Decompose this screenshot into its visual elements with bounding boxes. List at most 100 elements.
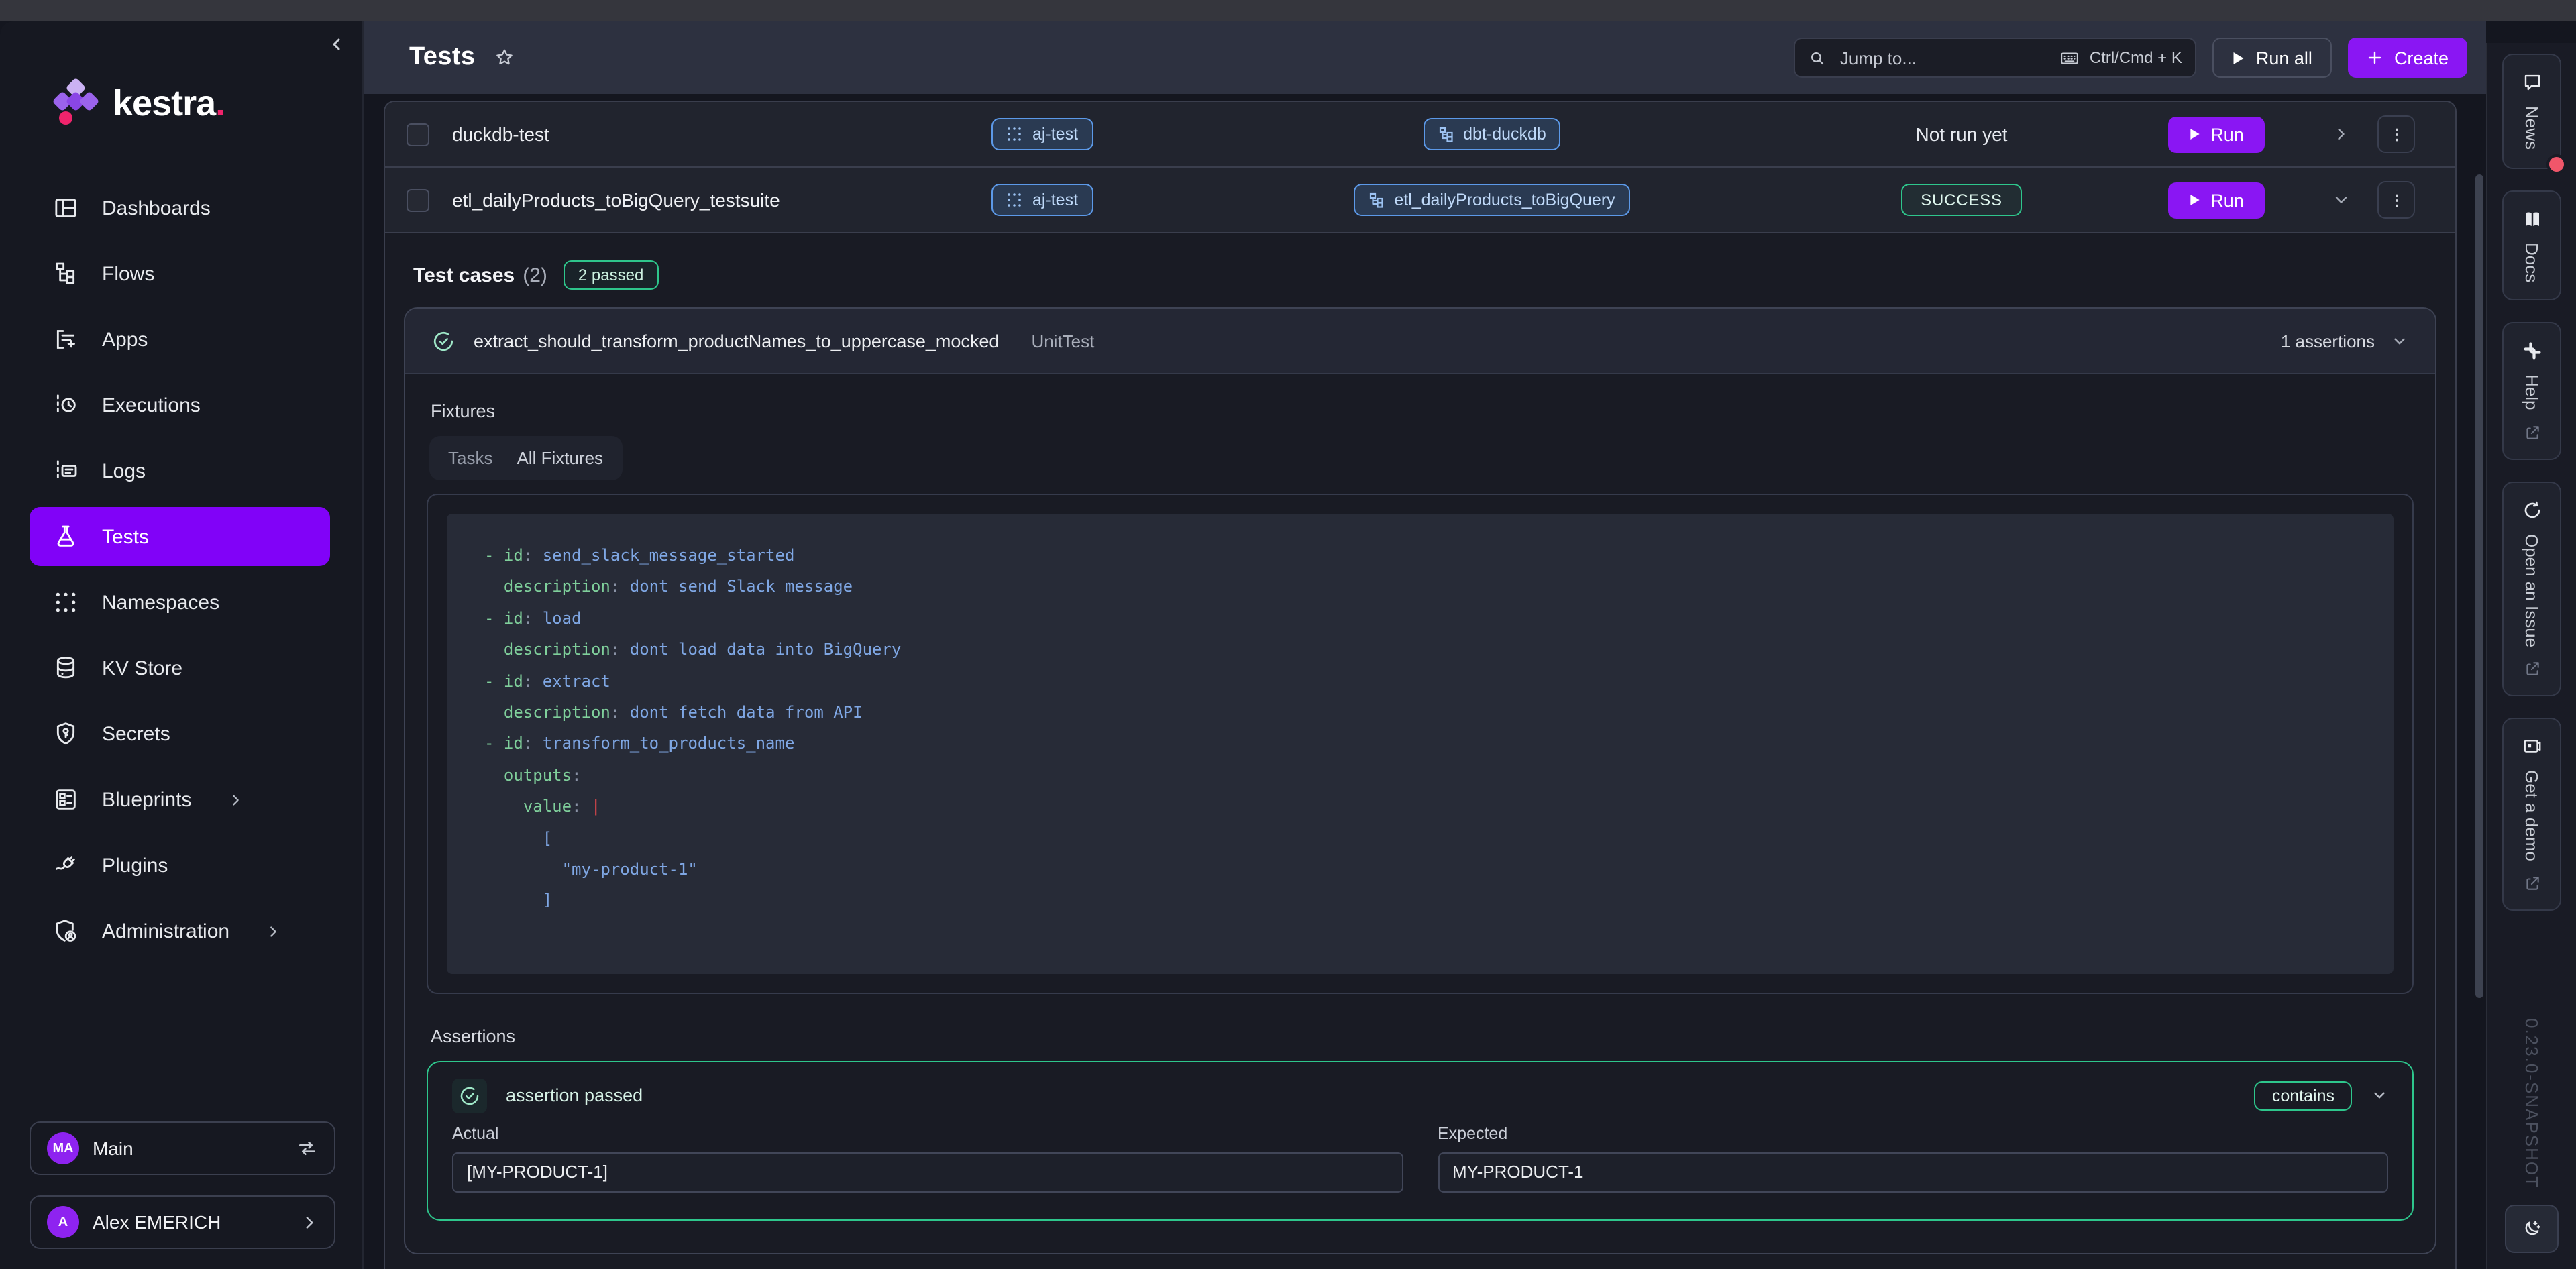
fixtures-title: Fixtures — [431, 401, 2414, 421]
operator-badge[interactable]: contains — [2255, 1081, 2352, 1111]
create-label: Create — [2394, 48, 2449, 68]
favorite-star-icon[interactable] — [494, 47, 515, 68]
github-icon — [2522, 500, 2542, 520]
get-demo-button[interactable]: Get a demo — [2502, 718, 2561, 912]
plug-icon — [52, 852, 79, 879]
user-name: Alex EMERICH — [93, 1211, 221, 1233]
search-icon — [1809, 49, 1827, 66]
code-line: [ — [447, 823, 2394, 854]
main-area: Tests Ctrl/Cmd + K Run all — [364, 21, 2486, 1269]
shield-account-icon — [52, 918, 79, 944]
user-menu[interactable]: A Alex EMERICH — [30, 1195, 335, 1249]
chevron-right-icon — [227, 792, 242, 807]
rail-label: Get a demo — [2522, 771, 2542, 862]
news-icon — [2522, 72, 2542, 93]
test-row-duckdb-test[interactable]: duckdb-test aj-test dbt-duckdb Not run y… — [385, 102, 2455, 168]
sidebar-item-kv-store[interactable]: KV Store — [30, 639, 330, 698]
sidebar-item-label: Namespaces — [102, 591, 219, 614]
rail-label: News — [2522, 106, 2542, 150]
kestra-logo[interactable]: kestra. — [55, 80, 225, 126]
run-button[interactable]: Run — [2167, 182, 2265, 218]
search-input[interactable] — [1837, 46, 2049, 69]
sidebar-item-tests[interactable]: Tests — [30, 507, 330, 566]
assertion-header: assertion passed contains — [452, 1079, 2388, 1113]
row-menu-button[interactable] — [2377, 115, 2415, 153]
sidebar-item-secrets[interactable]: Secrets — [30, 704, 330, 763]
test-row-etl-testsuite[interactable]: etl_dailyProducts_toBigQuery_testsuite a… — [385, 168, 2455, 233]
fixtures-container: - id: send_slack_message_started descrip… — [427, 494, 2414, 994]
sidebar-item-label: Dashboards — [102, 197, 211, 219]
sidebar-item-label: Blueprints — [102, 788, 191, 811]
flask-icon — [52, 523, 79, 550]
sidebar-item-dashboards[interactable]: Dashboards — [30, 178, 330, 237]
news-button[interactable]: News — [2502, 54, 2561, 168]
flow-label: etl_dailyProducts_toBigQuery — [1394, 190, 1615, 209]
namespace-badge[interactable]: aj-test — [992, 118, 1093, 150]
row-checkbox[interactable] — [407, 123, 429, 146]
code-line: - id: transform_to_products_name — [447, 729, 2394, 761]
assertions-toggle[interactable]: 1 assertions — [2281, 331, 2408, 351]
topbar: Tests Ctrl/Cmd + K Run all — [364, 21, 2486, 94]
chevron-down-icon — [2391, 332, 2408, 349]
assertion-operator: contains — [2255, 1081, 2388, 1111]
open-issue-button[interactable]: Open an Issue — [2502, 482, 2561, 697]
tests-table: duckdb-test aj-test dbt-duckdb Not run y… — [384, 101, 2457, 1269]
create-button[interactable]: Create — [2349, 38, 2467, 78]
test-status: Not run yet — [1916, 123, 2008, 145]
sidebar-item-executions[interactable]: Executions — [30, 376, 330, 435]
sidebar: kestra. Dashboards Flows Apps Executio — [0, 21, 364, 1269]
row-menu-button[interactable] — [2377, 181, 2415, 219]
assertion-status-label: assertion passed — [506, 1086, 643, 1106]
sidebar-collapse-icon[interactable] — [329, 36, 345, 52]
viewport: kestra. Dashboards Flows Apps Executio — [0, 0, 2576, 1269]
sidebar-item-label: Plugins — [102, 854, 168, 877]
blueprints-icon — [52, 786, 79, 813]
sidebar-item-plugins[interactable]: Plugins — [30, 836, 330, 895]
code-line: - id: load — [447, 604, 2394, 635]
row-checkbox[interactable] — [407, 188, 429, 211]
keyboard-shortcut: Ctrl/Cmd + K — [2060, 48, 2182, 68]
run-all-button[interactable]: Run all — [2213, 38, 2332, 78]
jump-to-search[interactable]: Ctrl/Cmd + K — [1794, 38, 2197, 78]
namespace-badge[interactable]: aj-test — [992, 184, 1093, 216]
code-line: "my-product-1" — [447, 854, 2394, 886]
workspace-switcher[interactable]: MA Main — [30, 1121, 335, 1175]
tab-all-fixtures[interactable]: All Fixtures — [517, 448, 603, 468]
test-case-header[interactable]: extract_should_transform_productNames_to… — [405, 309, 2435, 374]
flow-badge[interactable]: dbt-duckdb — [1423, 118, 1561, 150]
code-line: description: dont send Slack message — [447, 572, 2394, 604]
scrollbar-thumb[interactable] — [2475, 174, 2483, 998]
sidebar-item-blueprints[interactable]: Blueprints — [30, 770, 330, 829]
sidebar-item-administration[interactable]: Administration — [30, 901, 330, 960]
status-badge-success: SUCCESS — [1900, 184, 2023, 216]
test-detail-panel: Test cases (2) 2 passed extract_should_t… — [385, 233, 2455, 1269]
sidebar-item-label: Apps — [102, 328, 148, 351]
expected-value-input[interactable] — [1438, 1152, 2388, 1193]
sidebar-item-namespaces[interactable]: Namespaces — [30, 573, 330, 632]
shortcut-label: Ctrl/Cmd + K — [2090, 48, 2182, 67]
tab-tasks[interactable]: Tasks — [448, 448, 492, 468]
sidebar-item-apps[interactable]: Apps — [30, 310, 330, 369]
docs-button[interactable]: Docs — [2502, 190, 2561, 300]
help-button[interactable]: Help — [2502, 322, 2561, 460]
expand-chevron-icon[interactable] — [2331, 125, 2350, 144]
flow-badge[interactable]: etl_dailyProducts_toBigQuery — [1354, 184, 1629, 216]
sidebar-item-flows[interactable]: Flows — [30, 244, 330, 303]
assertions-title: Assertions — [431, 1026, 2414, 1046]
theme-toggle-button[interactable] — [2505, 1205, 2559, 1253]
namespace-label: aj-test — [1032, 190, 1078, 209]
namespace-icon — [1007, 126, 1023, 142]
actual-value-input[interactable] — [452, 1152, 1403, 1193]
collapse-chevron-icon[interactable] — [2331, 190, 2350, 209]
run-button[interactable]: Run — [2167, 116, 2265, 152]
passed-badge: 2 passed — [564, 260, 658, 290]
sidebar-item-label: Administration — [102, 920, 229, 942]
fixtures-code-block[interactable]: - id: send_slack_message_started descrip… — [447, 514, 2394, 974]
namespaces-icon — [52, 589, 79, 616]
play-icon — [2189, 127, 2200, 141]
play-icon — [2189, 193, 2200, 207]
code-line: outputs: — [447, 761, 2394, 792]
play-icon — [2233, 50, 2245, 65]
sidebar-item-logs[interactable]: Logs — [30, 441, 330, 500]
sidebar-item-label: Logs — [102, 459, 146, 482]
